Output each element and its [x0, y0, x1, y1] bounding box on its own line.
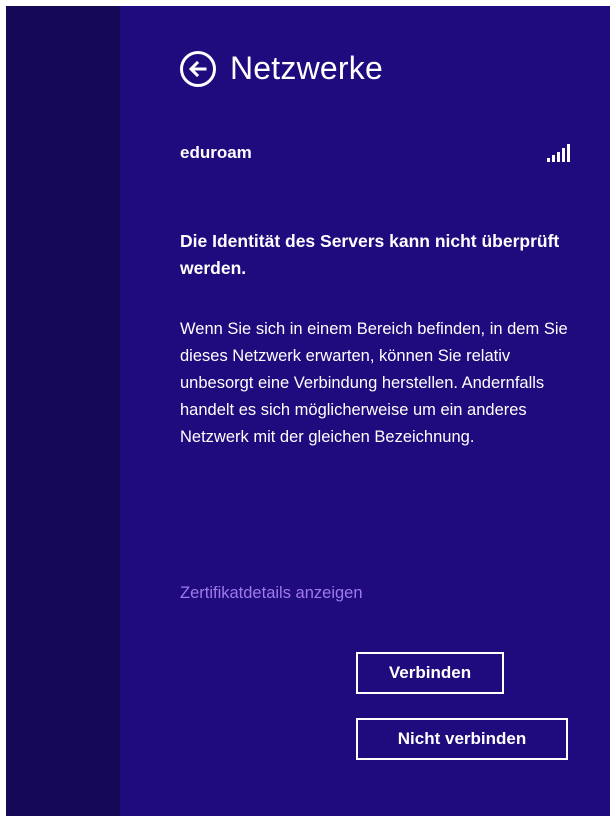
back-arrow-glyph — [188, 60, 207, 77]
wifi-signal-bars-icon — [547, 144, 570, 162]
desktop-background-strip — [6, 6, 120, 816]
screen: Netzwerke eduroam Die Identität des Serv… — [6, 6, 610, 816]
network-name: eduroam — [180, 143, 252, 162]
back-arrow-circle-icon[interactable] — [180, 50, 216, 87]
network-item-eduroam[interactable]: eduroam — [180, 140, 570, 166]
warning-body-text: Wenn Sie sich in einem Bereich befinden,… — [180, 320, 568, 446]
connect-button[interactable]: Verbinden — [356, 652, 504, 694]
dont-connect-button[interactable]: Nicht verbinden — [356, 718, 568, 760]
warning-heading: Die Identität des Servers kann nicht übe… — [180, 231, 560, 278]
flyout-header: Netzwerke — [180, 50, 383, 87]
flyout-title: Netzwerke — [230, 50, 383, 86]
network-flyout-panel: Netzwerke eduroam Die Identität des Serv… — [120, 6, 610, 816]
certificate-details-link[interactable]: Zertifikatdetails anzeigen — [180, 584, 363, 603]
